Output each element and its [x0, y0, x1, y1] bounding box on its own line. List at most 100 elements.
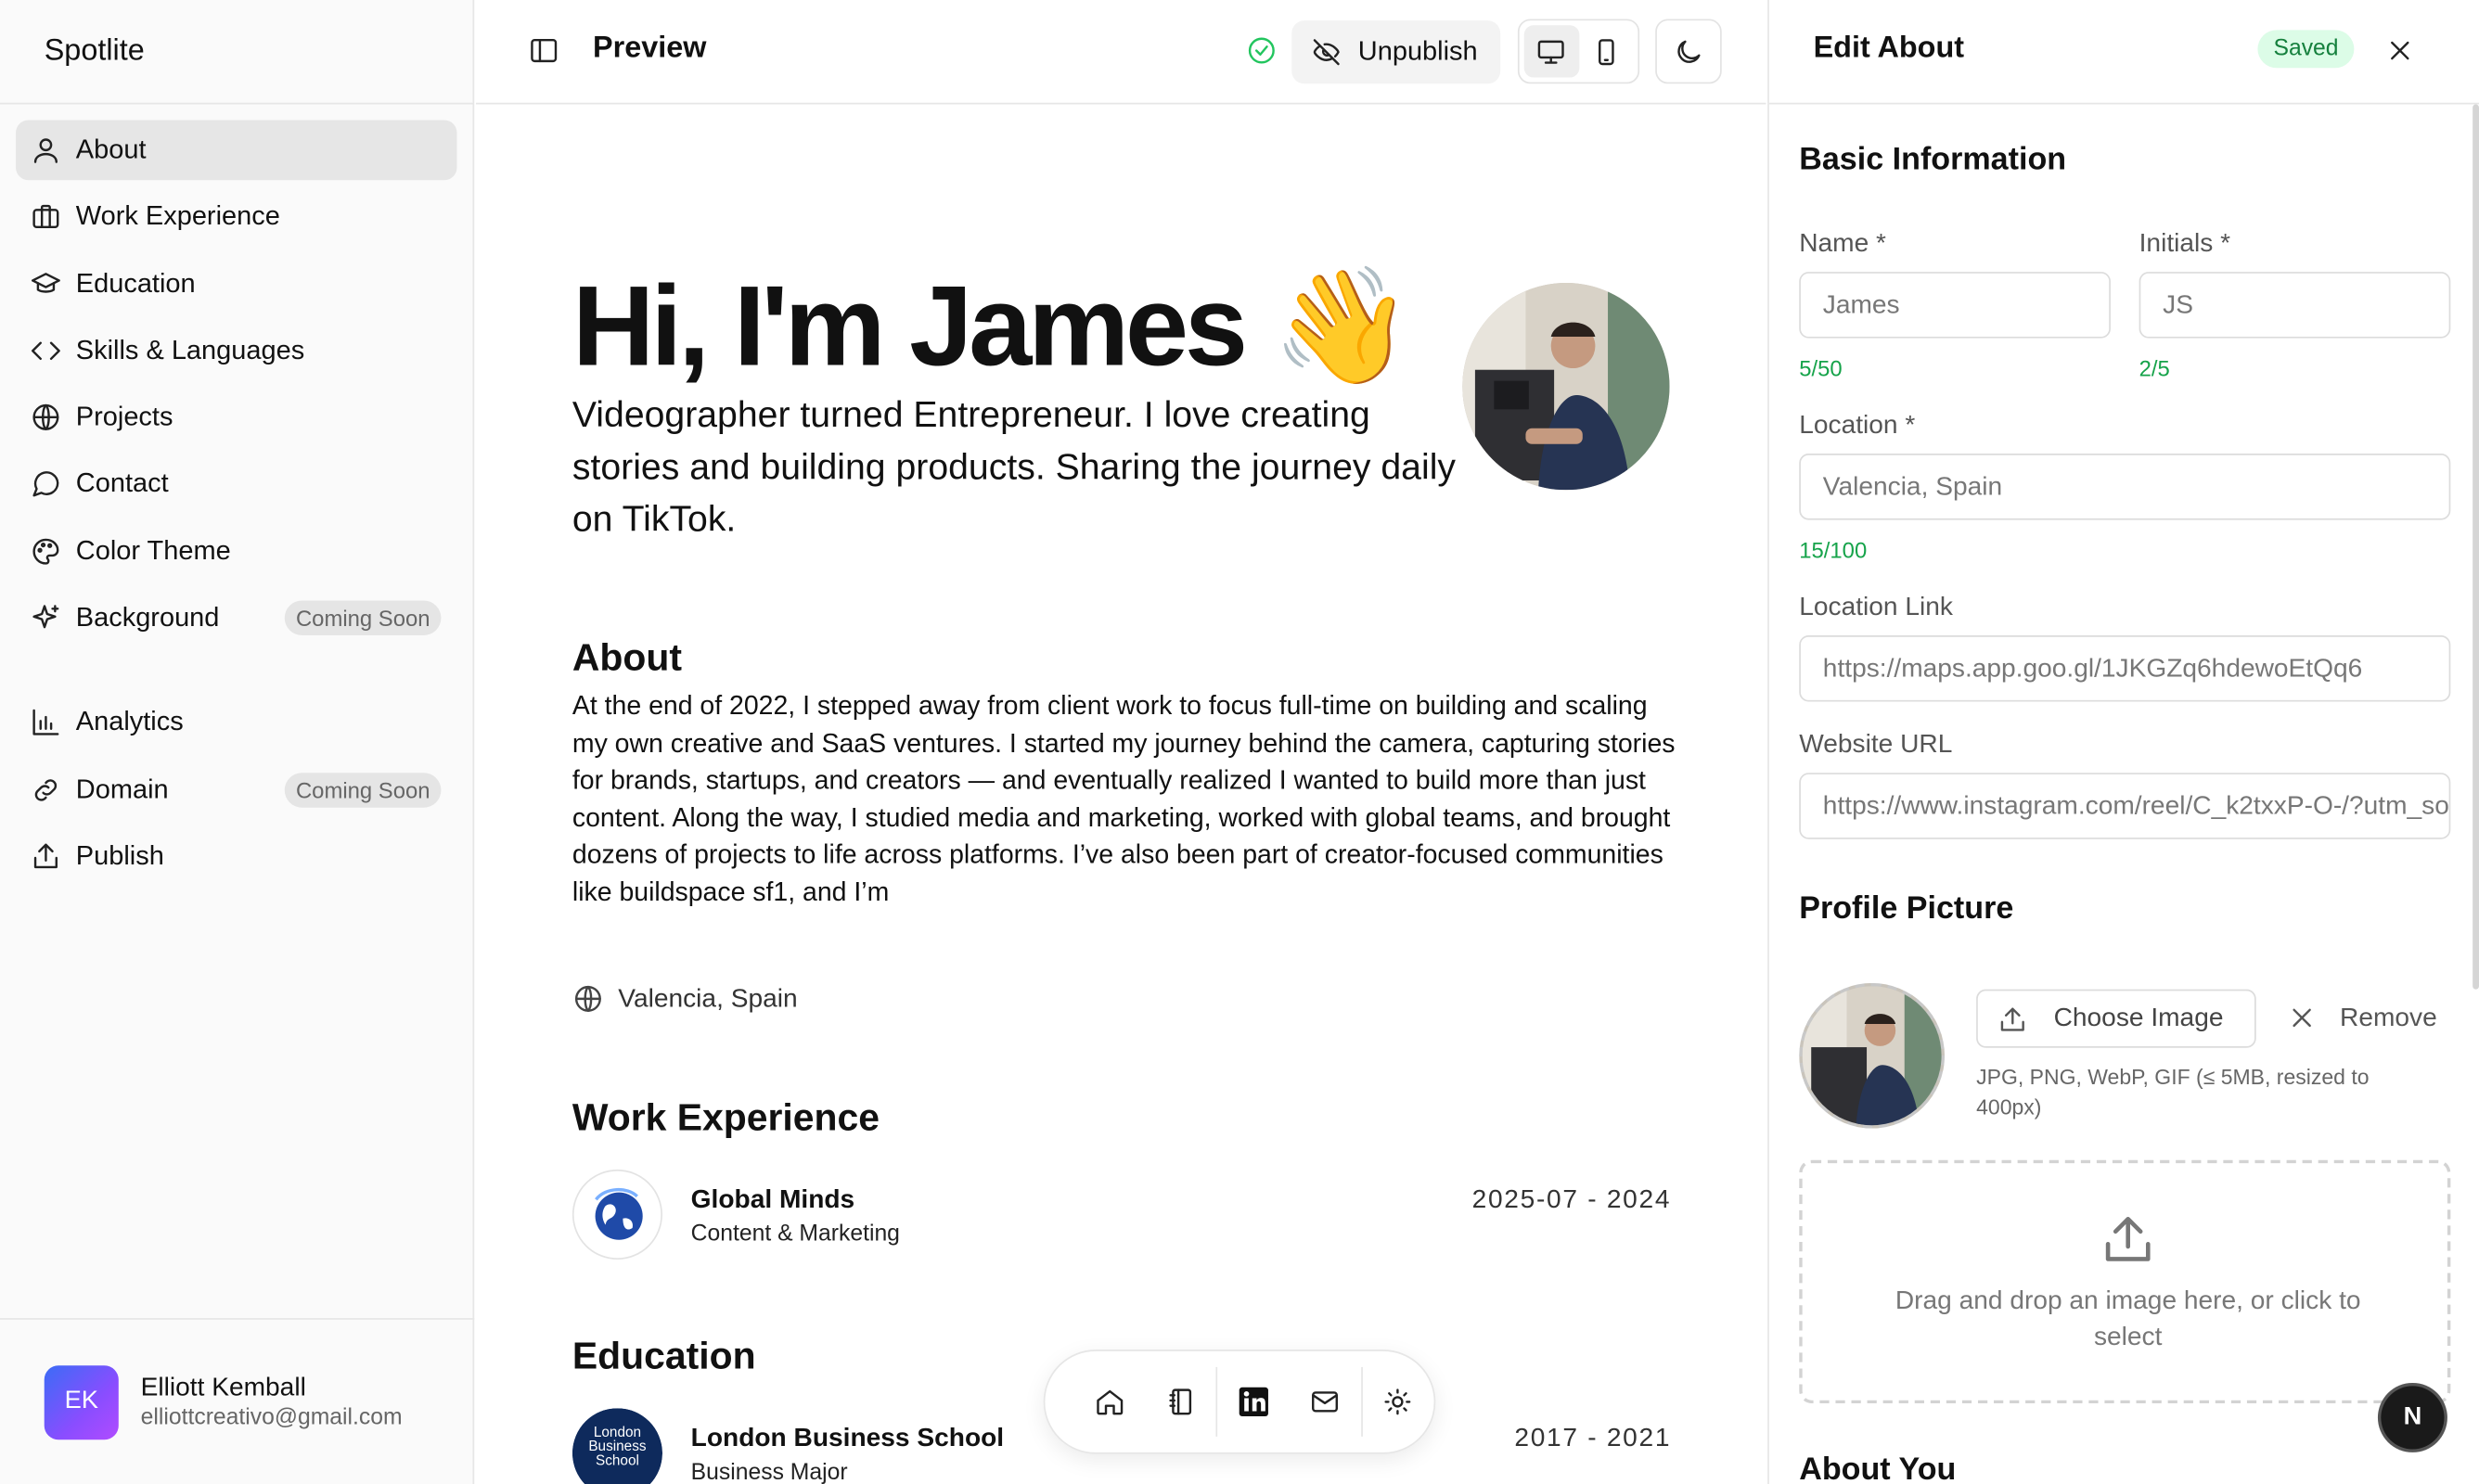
unpublish-label: Unpublish — [1357, 36, 1478, 67]
sidebar-item-label: Publish — [75, 840, 164, 871]
about-heading: About — [572, 636, 682, 680]
close-icon[interactable] — [2384, 34, 2416, 66]
work-item: Global Minds Content & Marketing 2025-07… — [572, 1169, 1672, 1261]
sidebar-item-label: Color Theme — [75, 535, 231, 566]
initials-input[interactable]: JS — [2139, 272, 2451, 339]
sidebar-toggle-icon[interactable] — [528, 34, 559, 66]
edit-panel: Edit About Saved Basic Information Name … — [1767, 0, 2479, 1484]
device-toggle — [1517, 19, 1640, 84]
edit-header: Edit About Saved — [1768, 0, 2479, 105]
location-link-label: Location Link — [1799, 592, 1953, 621]
company-logo — [572, 1169, 663, 1260]
user-email: elliottcreativo@gmail.com — [140, 1404, 403, 1431]
sparkles-icon — [32, 605, 59, 629]
location-input[interactable]: Valencia, Spain — [1799, 454, 2451, 520]
sidebar-item-contact[interactable]: Contact — [16, 454, 456, 515]
globe-icon — [32, 404, 59, 431]
mobile-view-button[interactable] — [1579, 25, 1634, 77]
user-name: Elliott Kemball — [140, 1373, 306, 1402]
mail-icon — [1312, 1391, 1339, 1413]
bar-chart-icon — [32, 710, 59, 736]
dock-home[interactable] — [1073, 1367, 1145, 1437]
website-url-input[interactable]: https://www.instagram.com/reel/C_k2txxP-… — [1799, 773, 2451, 839]
sidebar-item-background[interactable]: Background Coming Soon — [16, 588, 456, 648]
sidebar-item-label: Contact — [75, 468, 169, 499]
dock-notebook[interactable] — [1145, 1367, 1216, 1437]
sidebar-item-label: Analytics — [75, 707, 184, 737]
sidebar-item-label: Domain — [75, 774, 169, 804]
dropzone-text: Drag and drop an image here, or click to… — [1895, 1286, 2361, 1351]
sidebar-nav: About Work Experience Education Skills &… — [0, 104, 473, 886]
close-icon — [2293, 1008, 2311, 1028]
brand-logo: Spotlite — [0, 0, 473, 105]
dock-theme[interactable] — [1363, 1367, 1434, 1437]
degree: Business Major — [690, 1460, 848, 1484]
sidebar-item-skills-languages[interactable]: Skills & Languages — [16, 321, 456, 381]
message-circle-icon — [32, 472, 59, 498]
profile-picture-thumbnail — [1799, 982, 1946, 1129]
sidebar-item-education[interactable]: Education — [16, 254, 456, 314]
location-link-input[interactable]: https://maps.app.goo.gl/1JKGZq6hdewoEtQq… — [1799, 634, 2451, 702]
sidebar-item-publish[interactable]: Publish — [16, 826, 456, 887]
scrollbar[interactable] — [2473, 104, 2479, 990]
remove-image-label: Remove — [2340, 1003, 2437, 1031]
sidebar-item-domain[interactable]: Domain Coming Soon — [16, 760, 456, 820]
company-name: Global Minds — [690, 1184, 855, 1214]
graduation-cap-icon — [32, 272, 60, 293]
education-heading: Education — [572, 1335, 756, 1378]
code-icon — [32, 341, 60, 360]
initials-char-count: 2/5 — [2139, 355, 2170, 381]
sidebar-item-projects[interactable]: Projects — [16, 388, 456, 448]
school-name: London Business School — [690, 1424, 1005, 1452]
location-text: Valencia, Spain — [618, 983, 798, 1013]
remove-image-button[interactable]: Remove — [2286, 1002, 2437, 1033]
dark-mode-button[interactable] — [1655, 19, 1722, 84]
home-icon — [1096, 1389, 1123, 1415]
sidebar-item-analytics[interactable]: Analytics — [16, 693, 456, 753]
coming-soon-badge: Coming Soon — [285, 600, 442, 636]
job-dates: 2025-07 - 2024 — [1471, 1184, 1672, 1214]
website-url-label: Website URL — [1799, 730, 1953, 759]
initials-label: Initials * — [2139, 229, 2231, 258]
location-label: Location * — [1799, 411, 1916, 440]
image-dropzone[interactable]: Drag and drop an image here, or click to… — [1799, 1159, 2451, 1404]
job-role: Content & Marketing — [690, 1222, 900, 1247]
dock-email[interactable] — [1290, 1367, 1361, 1437]
about-you-heading: About You — [1799, 1452, 1957, 1484]
monitor-icon — [1538, 39, 1565, 63]
sidebar-item-about[interactable]: About — [16, 120, 457, 181]
desktop-view-button[interactable] — [1523, 25, 1579, 78]
dock-linkedin[interactable] — [1218, 1367, 1290, 1437]
location-char-count: 15/100 — [1799, 537, 1868, 563]
preview-toolbar: Preview Unpublish — [475, 0, 1766, 105]
sidebar-item-label: Education — [75, 267, 196, 299]
notebook-icon — [1169, 1388, 1191, 1415]
basic-information-heading: Basic Information — [1799, 142, 2067, 177]
smartphone-icon — [1598, 38, 1614, 65]
hero-subtitle: Videographer turned Entrepreneur. I love… — [572, 393, 1457, 540]
sidebar-item-label: Work Experience — [75, 200, 280, 232]
preview-dock — [1043, 1350, 1436, 1454]
location: Valencia, Spain — [572, 983, 798, 1015]
choose-image-button[interactable]: Choose Image — [1976, 989, 2256, 1048]
unpublish-button[interactable]: Unpublish — [1291, 20, 1501, 84]
avatar: EK — [44, 1364, 119, 1439]
eye-off-icon — [1313, 39, 1340, 66]
sidebar-item-color-theme[interactable]: Color Theme — [16, 521, 456, 582]
palette-icon — [32, 538, 59, 565]
user-account[interactable]: EK Elliott Kemball elliottcreativo@gmail… — [0, 1318, 475, 1484]
assistant-fab[interactable]: N — [2381, 1386, 2445, 1450]
sidebar-item-work-experience[interactable]: Work Experience — [16, 187, 456, 248]
sidebar: Spotlite About Work Experience Education… — [0, 0, 475, 1484]
profile-photo — [1462, 283, 1670, 491]
sidebar-item-label: About — [75, 134, 147, 165]
user-icon — [33, 138, 58, 163]
school-logo: London Business School — [572, 1408, 663, 1484]
sun-icon — [1385, 1388, 1412, 1415]
page-title: Preview — [593, 32, 707, 65]
school-logo-text: School — [596, 1453, 639, 1469]
about-text: At the end of 2022, I stepped away from … — [572, 690, 1676, 907]
name-input[interactable]: James — [1799, 272, 2111, 339]
sidebar-item-label: Skills & Languages — [75, 335, 305, 365]
linkedin-icon — [1239, 1387, 1268, 1417]
